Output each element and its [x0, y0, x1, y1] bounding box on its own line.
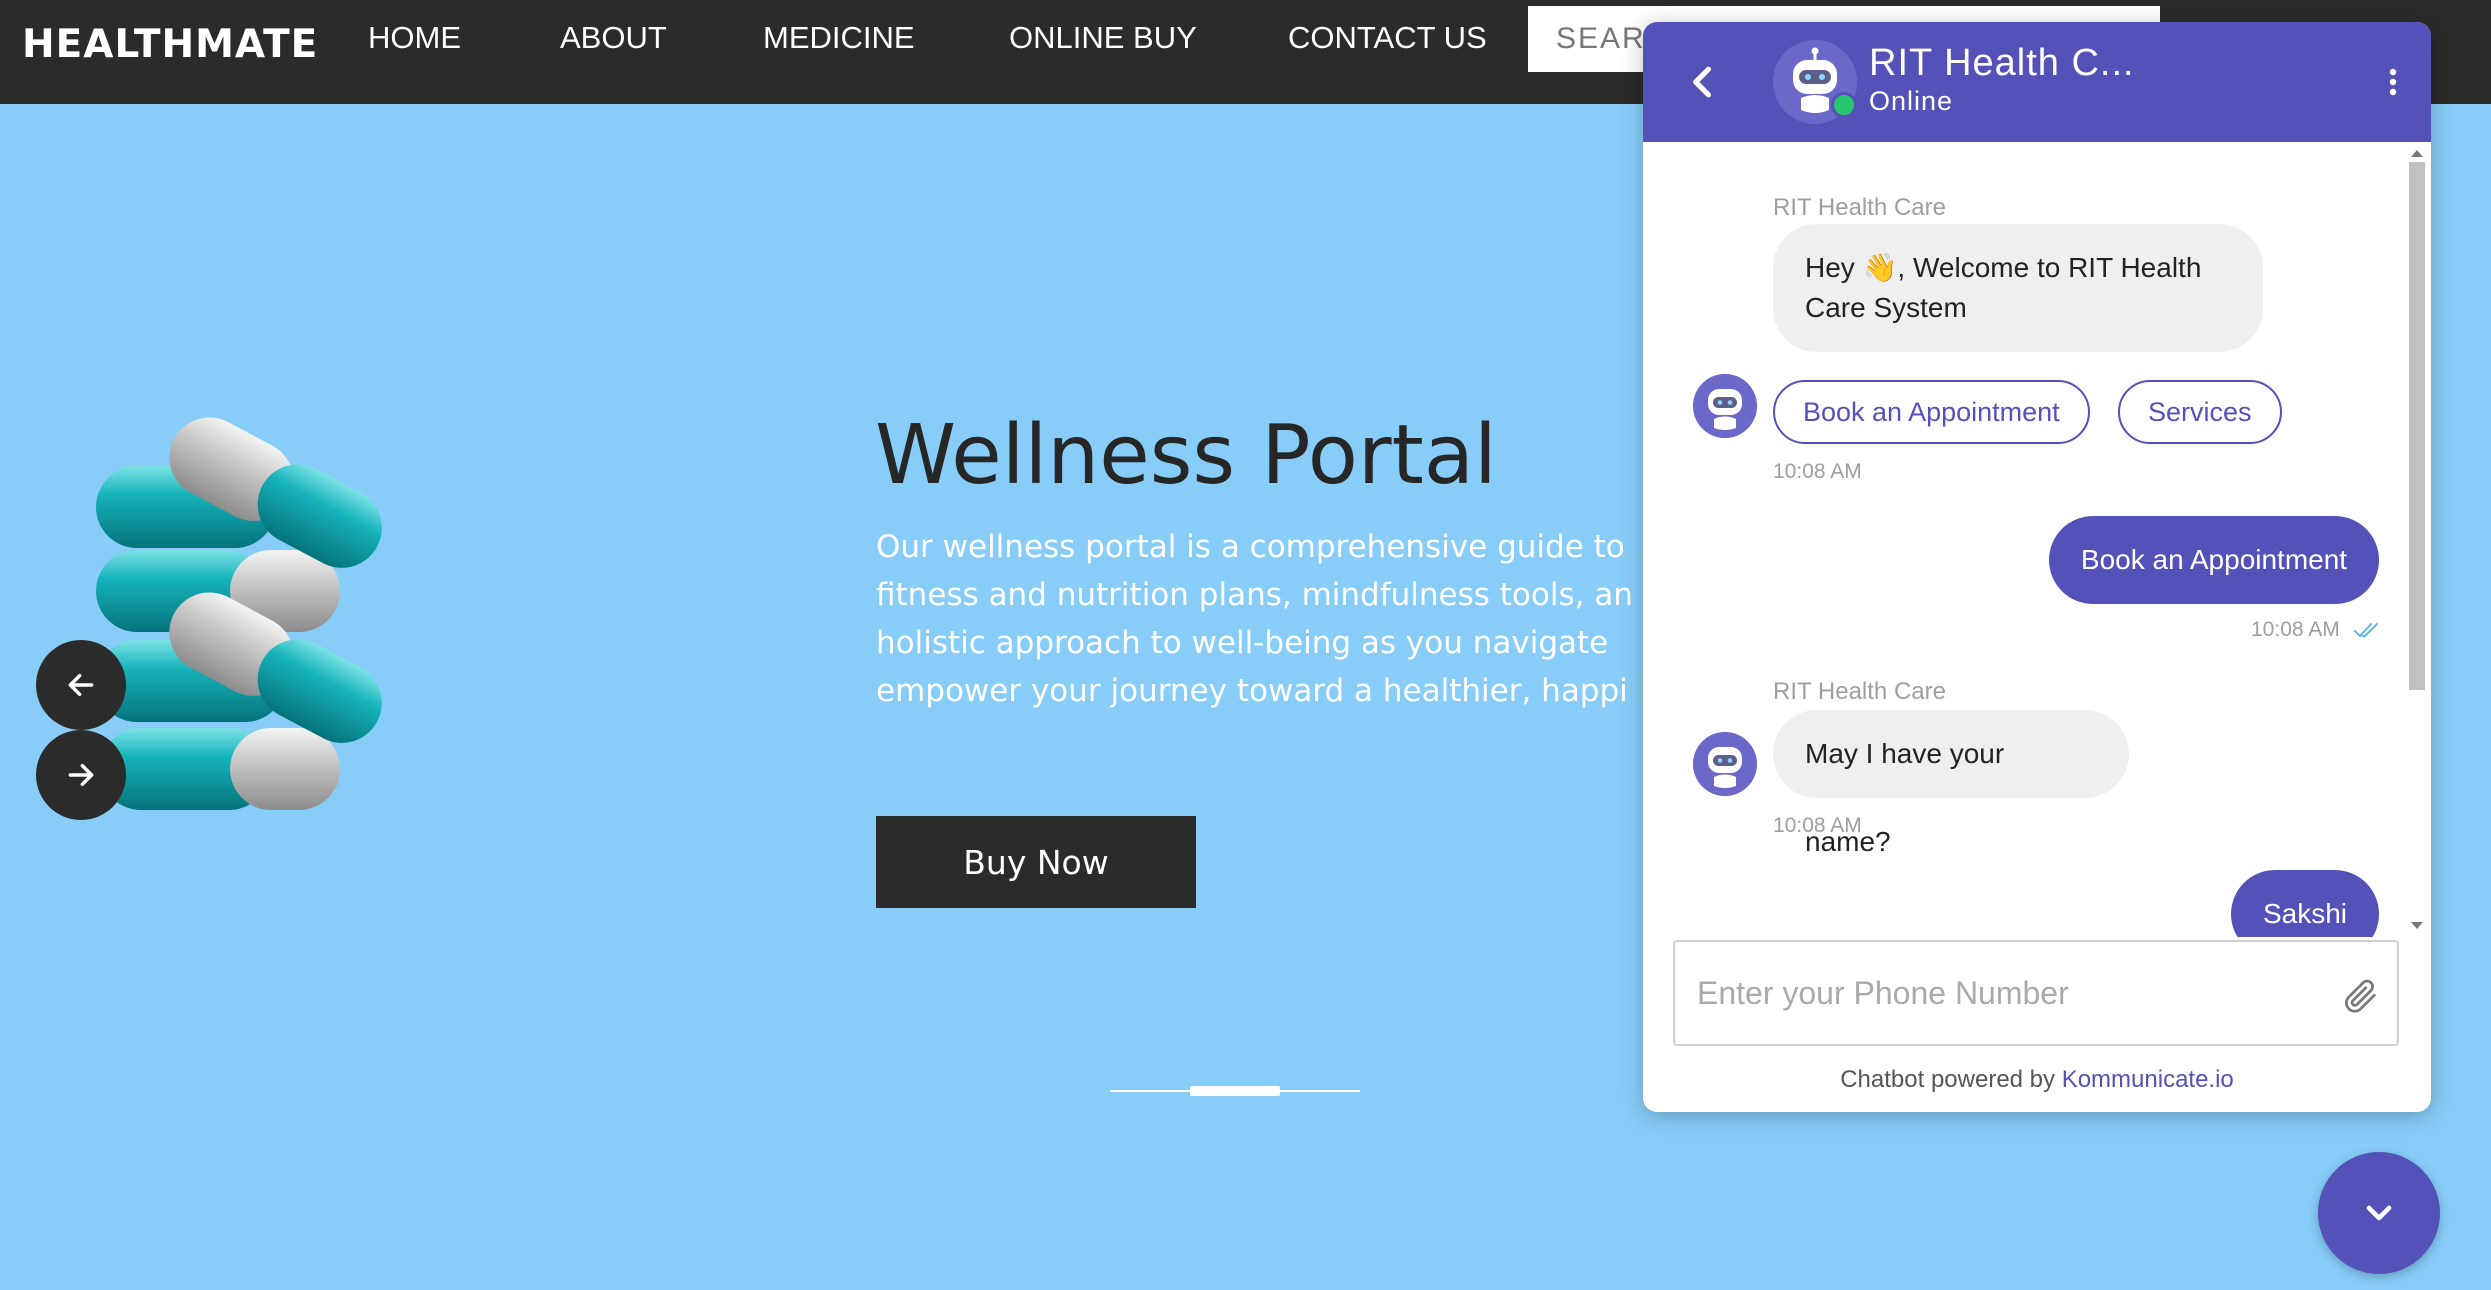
- chat-title: RIT Health C...: [1869, 42, 2135, 84]
- carousel-next-button[interactable]: [36, 730, 126, 820]
- chat-menu-button[interactable]: [2378, 62, 2408, 102]
- chat-scrollbar-thumb[interactable]: [2409, 162, 2425, 690]
- quick-reply-services[interactable]: Services: [2118, 380, 2282, 444]
- user-message-bubble: Sakshi: [2231, 870, 2379, 937]
- hero-description-line: empower your journey toward a healthier,…: [876, 673, 1628, 709]
- chevron-left-icon: [1693, 66, 1712, 98]
- hero-description-line: fitness and nutrition plans, mindfulness…: [876, 577, 1633, 613]
- powered-by-footer: Chatbot powered by Kommunicate.io: [1643, 1066, 2431, 1094]
- double-check-icon: [2354, 623, 2378, 637]
- brand-logo[interactable]: HEALTHMATE: [22, 22, 318, 67]
- hero-description: Our wellness portal is a comprehensive g…: [876, 523, 1656, 715]
- chatbot-avatar: [1773, 40, 1857, 124]
- carousel-prev-button[interactable]: [36, 640, 126, 730]
- message-timestamp: 10:08 AM: [1773, 460, 1862, 483]
- nav-link-medicine[interactable]: MEDICINE: [763, 20, 915, 56]
- paperclip-icon: [2345, 979, 2376, 1013]
- capsules-image: [96, 417, 382, 810]
- chat-widget: RIT Health C... Online RIT Health Care H…: [1643, 22, 2431, 1112]
- message-timestamp: 10:08 AM: [1773, 814, 1862, 837]
- chat-input-container: [1673, 940, 2399, 1046]
- nav-link-about[interactable]: ABOUT: [560, 20, 667, 56]
- more-vertical-icon: [2389, 68, 2397, 96]
- nav-link-home[interactable]: HOME: [368, 20, 461, 56]
- chat-header: RIT Health C... Online: [1643, 22, 2431, 142]
- buy-now-button[interactable]: Buy Now: [876, 816, 1196, 908]
- chat-toggle-button[interactable]: [2318, 1152, 2440, 1274]
- bot-message-bubble: Hey 👋, Welcome to RIT Health Care System: [1773, 224, 2263, 352]
- message-sender: RIT Health Care: [1773, 678, 1946, 705]
- hero-description-line: Our wellness portal is a comprehensive g…: [876, 529, 1625, 565]
- user-message-bubble: Book an Appointment: [2049, 516, 2379, 604]
- phone-number-input[interactable]: [1695, 942, 2329, 1044]
- powered-by-text: Chatbot powered by: [1840, 1066, 2056, 1093]
- capsule-4: [100, 728, 340, 810]
- carousel-indicator-active[interactable]: [1190, 1086, 1280, 1096]
- robot-icon: [1693, 374, 1757, 438]
- arrow-right-icon: [68, 763, 94, 787]
- chat-status: Online: [1869, 86, 1954, 116]
- nav-link-contact-us[interactable]: CONTACT US: [1288, 20, 1487, 56]
- hero-description-line: holistic approach to well-being as you n…: [876, 625, 1609, 661]
- scroll-up-arrow-icon[interactable]: [2411, 150, 2423, 157]
- nav-link-online-buy[interactable]: ONLINE BUY: [1009, 20, 1197, 56]
- message-timestamp: 10:08 AM: [2251, 618, 2340, 641]
- hero-title: Wellness Portal: [875, 408, 1497, 503]
- message-sender: RIT Health Care: [1773, 194, 1946, 221]
- online-status-dot: [1831, 92, 1857, 118]
- bot-message-bubble: May I have your name?: [1773, 710, 2129, 857]
- chat-back-button[interactable]: [1681, 60, 1725, 104]
- scroll-down-arrow-icon[interactable]: [2411, 922, 2423, 929]
- quick-reply-book-appointment[interactable]: Book an Appointment: [1773, 380, 2090, 444]
- attachment-button[interactable]: [2341, 974, 2381, 1018]
- message-text-line: Hey 👋, Welcome to RIT Health: [1805, 252, 2202, 283]
- arrow-left-icon: [68, 673, 94, 697]
- robot-icon: [1693, 732, 1757, 796]
- kommunicate-link[interactable]: Kommunicate.io: [2062, 1066, 2234, 1093]
- chevron-down-icon: [2366, 1205, 2392, 1221]
- message-text-line: Care System: [1805, 292, 1967, 323]
- chat-message-list[interactable]: RIT Health Care Hey 👋, Welcome to RIT He…: [1643, 142, 2431, 937]
